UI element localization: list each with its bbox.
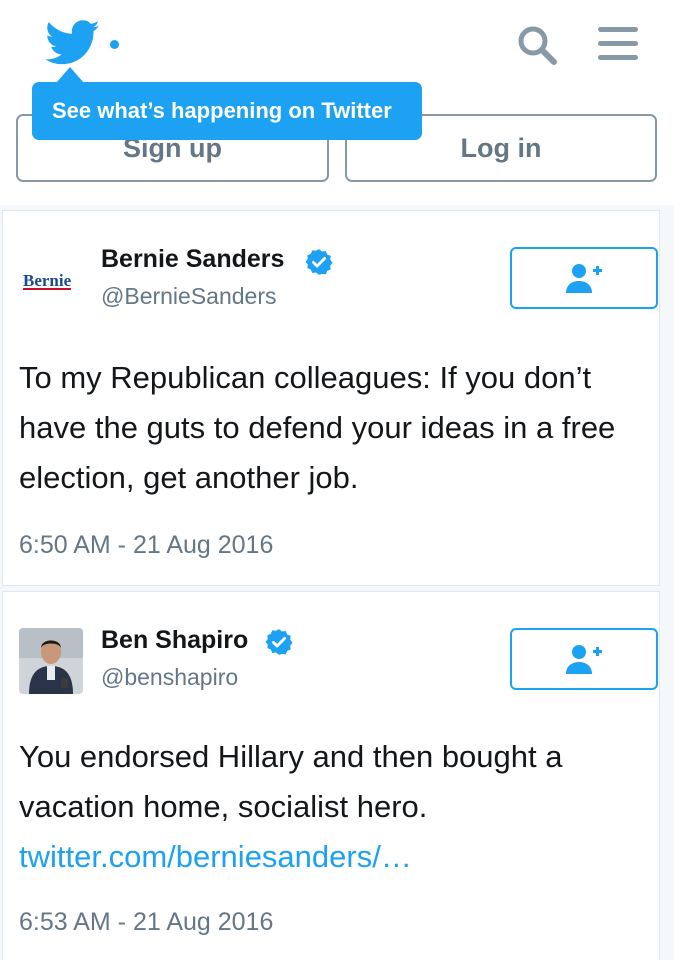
log-in-label: Log in (460, 132, 542, 163)
tweet-text-block: You endorsed Hillary and then bought a v… (19, 732, 659, 882)
tooltip-arrow (56, 67, 84, 83)
follow-button[interactable] (510, 628, 658, 690)
tweet-timestamp[interactable]: 6:53 AM - 21 Aug 2016 (19, 908, 273, 937)
follow-user-plus-icon (566, 645, 602, 674)
user-handle[interactable]: @benshapiro (101, 664, 238, 691)
tweet-link[interactable]: twitter.com/berniesanders/… (19, 839, 412, 874)
tweet-card[interactable]: Bernie Bernie Sanders @BernieSanders To … (2, 210, 660, 586)
twitter-bird-icon[interactable] (44, 20, 102, 66)
top-bar (0, 0, 674, 84)
follow-button[interactable] (510, 247, 658, 309)
display-name[interactable]: Ben Shapiro (101, 626, 248, 655)
user-handle[interactable]: @BernieSanders (101, 283, 277, 310)
verified-badge-icon (265, 629, 293, 655)
verified-badge-icon (305, 249, 333, 275)
tweet-timestamp[interactable]: 6:50 AM - 21 Aug 2016 (19, 531, 273, 560)
avatar[interactable]: Bernie (19, 249, 83, 313)
tweet-card[interactable]: Ben Shapiro @benshapiro You endorsed Hil… (2, 591, 660, 960)
hamburger-menu-icon[interactable] (596, 24, 640, 64)
tooltip-text: See what’s happening on Twitter (52, 98, 392, 123)
tweet-text: To my Republican colleagues: If you don’… (19, 360, 616, 495)
search-icon[interactable] (514, 22, 558, 66)
tweet-text: You endorsed Hillary and then bought a v… (19, 739, 563, 824)
profile-photo (19, 628, 83, 694)
avatar[interactable] (19, 628, 83, 694)
notification-dot (110, 40, 119, 49)
bernie-logo: Bernie (23, 271, 72, 290)
display-name[interactable]: Bernie Sanders (101, 245, 284, 274)
follow-user-plus-icon (566, 264, 602, 293)
onboarding-tooltip[interactable]: See what’s happening on Twitter (32, 82, 422, 140)
